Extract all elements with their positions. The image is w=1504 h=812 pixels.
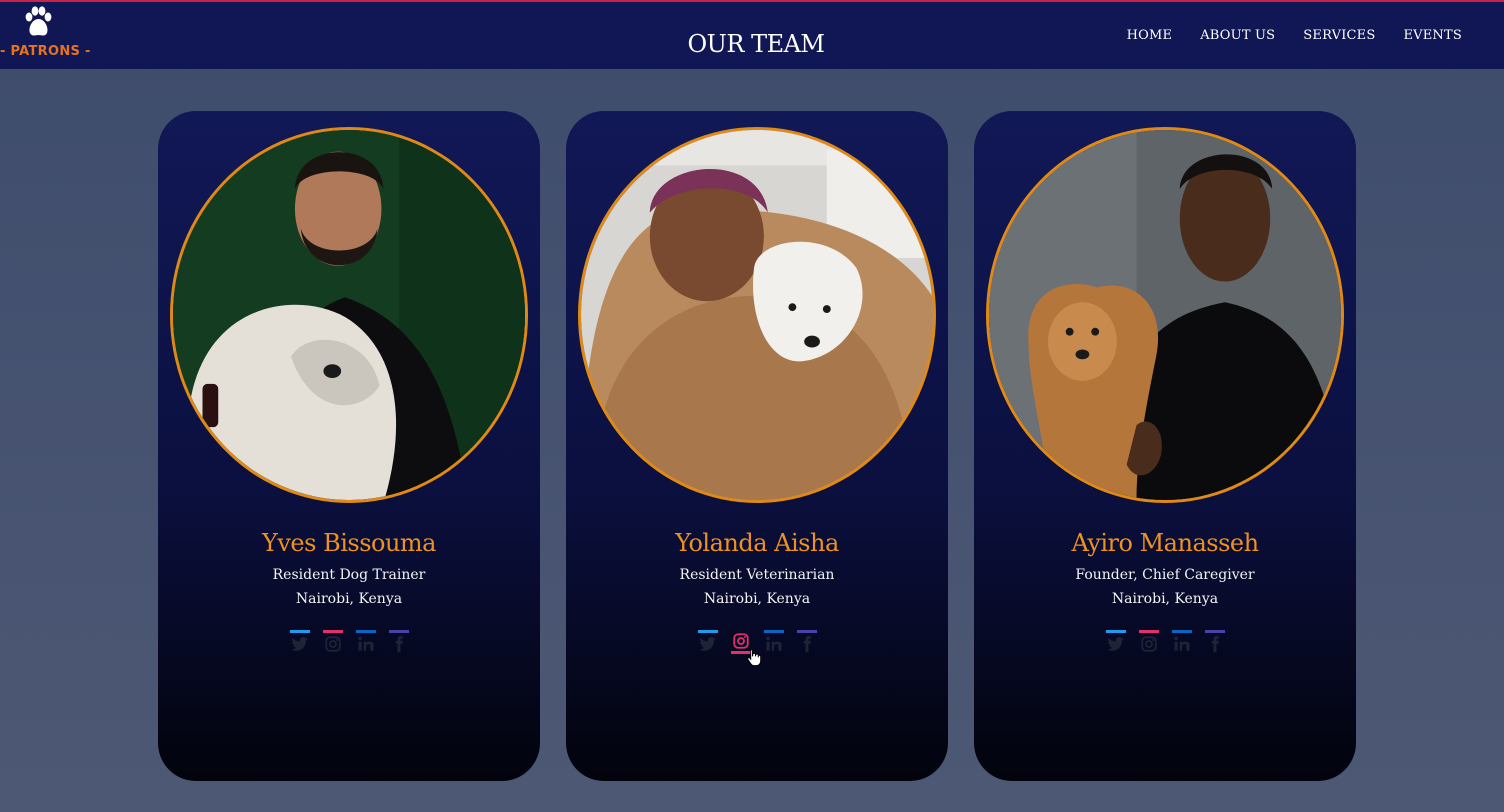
twitter-link[interactable] (289, 630, 310, 656)
twitter-icon (698, 637, 716, 651)
instagram-icon (1140, 636, 1157, 652)
instagram-icon (324, 636, 341, 652)
nav-services[interactable]: SERVICES (1303, 28, 1375, 43)
linkedin-icon (1173, 636, 1189, 651)
linkedin-icon (357, 636, 373, 651)
member-photo (578, 127, 936, 503)
linkedin-link[interactable] (355, 630, 376, 656)
facebook-icon (803, 636, 811, 653)
social-links (158, 630, 540, 656)
team-card: Ayiro Manasseh Founder, Chief Caregiver … (974, 111, 1356, 781)
nav-about-us[interactable]: ABOUT US (1200, 28, 1275, 43)
member-role: Resident Dog Trainer (272, 567, 426, 583)
linkedin-accent-bar (763, 630, 784, 633)
twitter-accent-bar (697, 630, 718, 633)
twitter-accent-bar (1105, 630, 1126, 633)
facebook-link[interactable] (796, 630, 817, 656)
instagram-link[interactable] (322, 630, 343, 656)
team-cards: Yves Bissouma Resident Dog Trainer Nairo… (158, 111, 1356, 781)
instagram-accent-bar (730, 651, 751, 654)
facebook-accent-bar (796, 630, 817, 633)
facebook-link[interactable] (388, 630, 409, 656)
instagram-accent-bar (1138, 630, 1159, 633)
twitter-link[interactable] (697, 630, 718, 656)
nav-home[interactable]: HOME (1127, 28, 1173, 43)
main-nav: HOME ABOUT US SERVICES EVENTS (1127, 28, 1462, 43)
linkedin-accent-bar (355, 630, 376, 633)
social-links (974, 630, 1356, 656)
instagram-accent-bar (322, 630, 343, 633)
twitter-link[interactable] (1105, 630, 1126, 656)
member-location: Nairobi, Kenya (1111, 591, 1219, 607)
linkedin-accent-bar (1171, 630, 1192, 633)
instagram-icon (732, 633, 749, 649)
member-name: Yves Bissouma (262, 529, 436, 557)
member-location: Nairobi, Kenya (295, 591, 403, 607)
facebook-icon (395, 636, 403, 653)
linkedin-icon (765, 636, 781, 651)
facebook-accent-bar (388, 630, 409, 633)
twitter-icon (290, 637, 308, 651)
member-name: Yolanda Aisha (675, 529, 839, 557)
member-name: Ayiro Manasseh (1071, 529, 1259, 557)
team-card: Yolanda Aisha Resident Veterinarian Nair… (566, 111, 948, 781)
twitter-accent-bar (289, 630, 310, 633)
nav-events[interactable]: EVENTS (1403, 28, 1462, 43)
team-card: Yves Bissouma Resident Dog Trainer Nairo… (158, 111, 540, 781)
facebook-accent-bar (1204, 630, 1225, 633)
member-role: Resident Veterinarian (679, 567, 835, 583)
top-nav-bar: - PATRONS - OUR TEAM HOME ABOUT US SERVI… (0, 0, 1504, 69)
facebook-icon (1211, 636, 1219, 653)
twitter-icon (1106, 637, 1124, 651)
member-photo (170, 127, 528, 503)
facebook-link[interactable] (1204, 630, 1225, 656)
member-role: Founder, Chief Caregiver (1075, 567, 1255, 583)
member-location: Nairobi, Kenya (703, 591, 811, 607)
linkedin-link[interactable] (763, 630, 784, 656)
instagram-link[interactable] (1138, 630, 1159, 656)
social-links (566, 630, 948, 656)
linkedin-link[interactable] (1171, 630, 1192, 656)
member-photo (986, 127, 1344, 503)
instagram-link[interactable] (730, 630, 751, 656)
